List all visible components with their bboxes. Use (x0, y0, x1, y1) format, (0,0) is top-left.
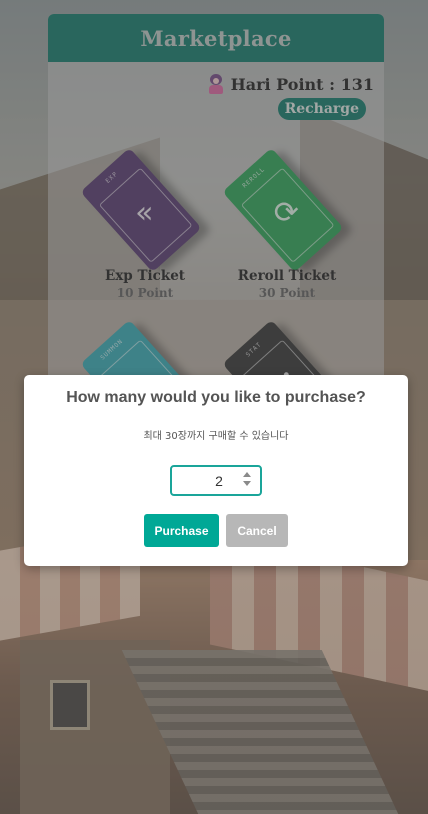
stepper-down-icon[interactable] (243, 481, 251, 486)
purchase-button[interactable]: Purchase (144, 514, 219, 547)
dialog-title: How many would you like to purchase? (66, 389, 366, 406)
quantity-input[interactable]: 2 (170, 465, 262, 496)
stepper-up-icon[interactable] (243, 472, 251, 477)
purchase-dialog: How many would you like to purchase? 최대 … (24, 375, 408, 566)
dialog-message: 최대 30장까지 구매할 수 있습니다 (143, 431, 289, 442)
cancel-button[interactable]: Cancel (226, 514, 288, 547)
quantity-stepper[interactable] (242, 472, 252, 490)
quantity-value: 2 (215, 472, 223, 489)
